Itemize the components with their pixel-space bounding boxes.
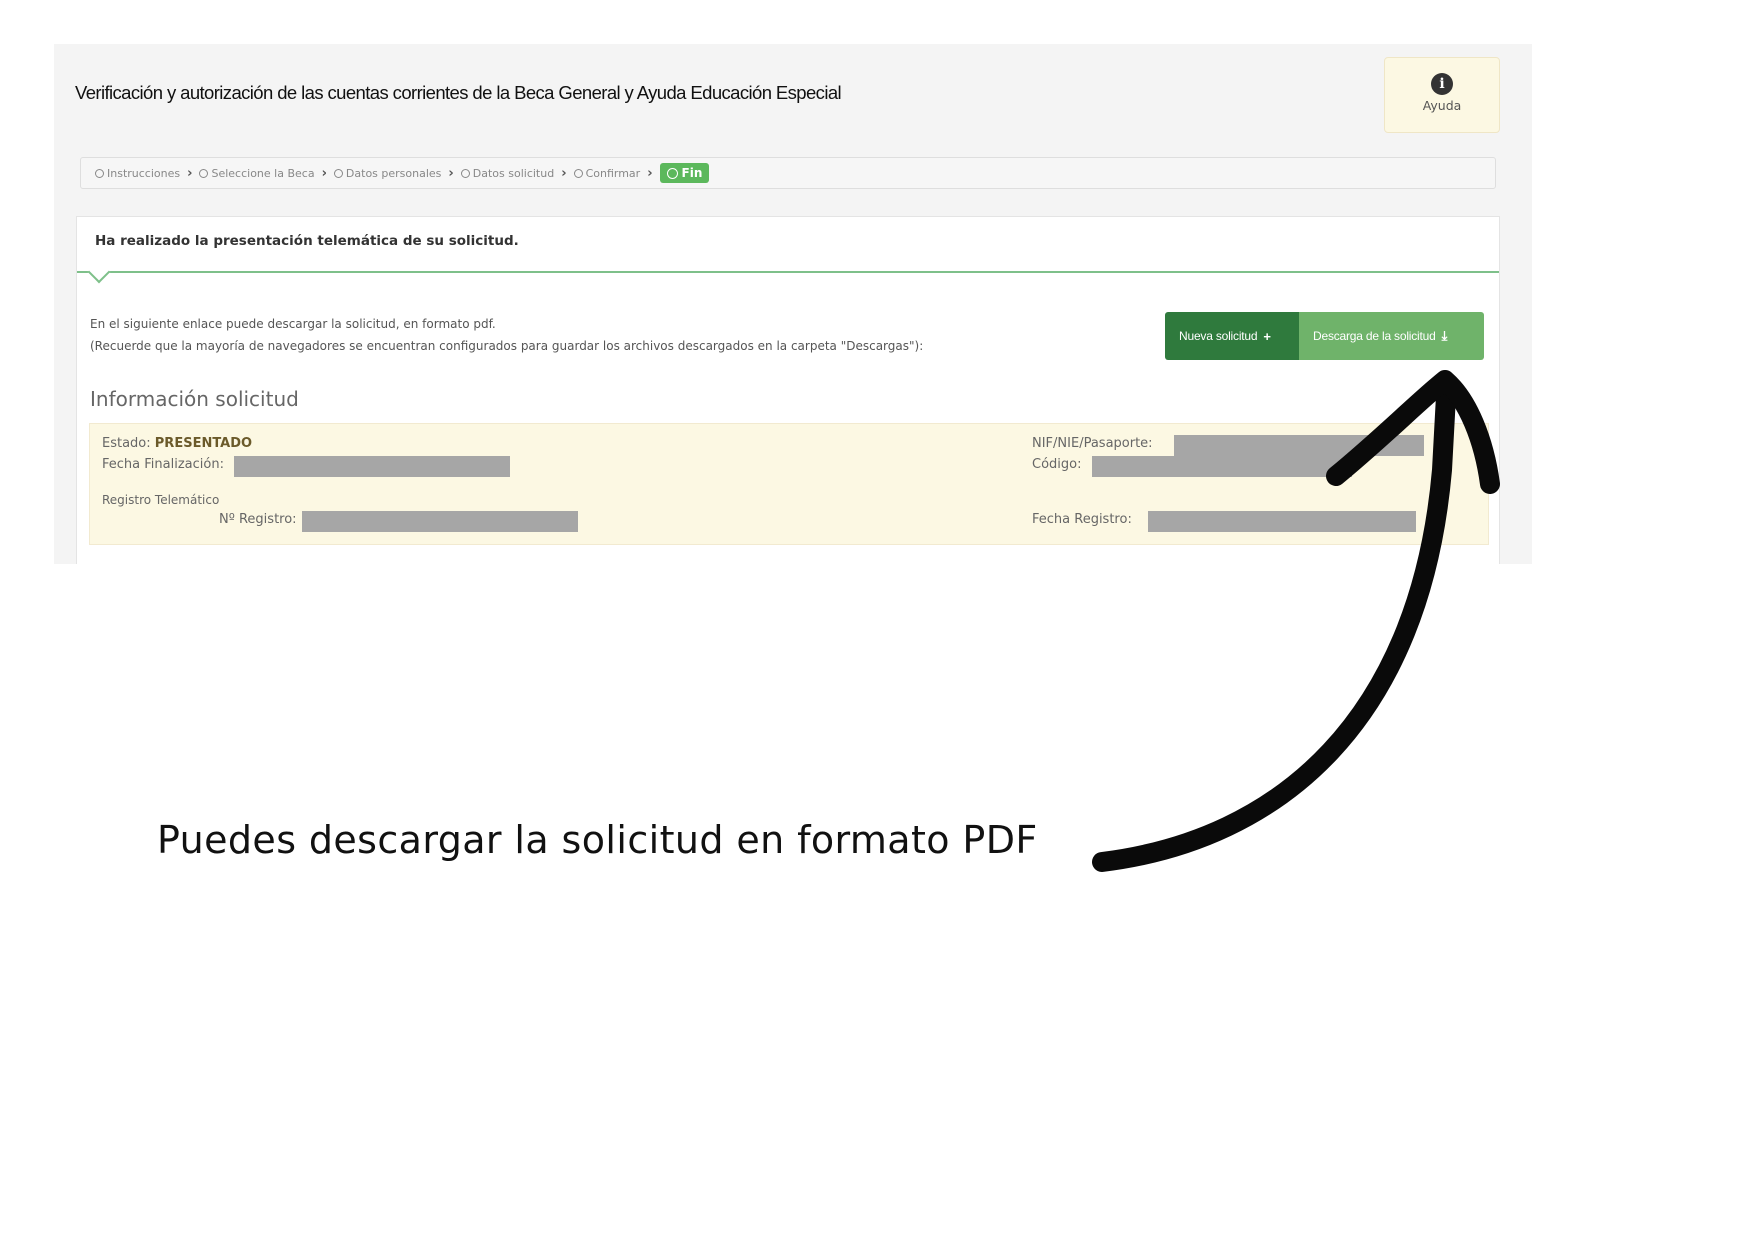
curved-arrow-icon <box>1092 370 1500 872</box>
annotation-caption: Puedes descargar la solicitud en formato… <box>157 818 1038 862</box>
